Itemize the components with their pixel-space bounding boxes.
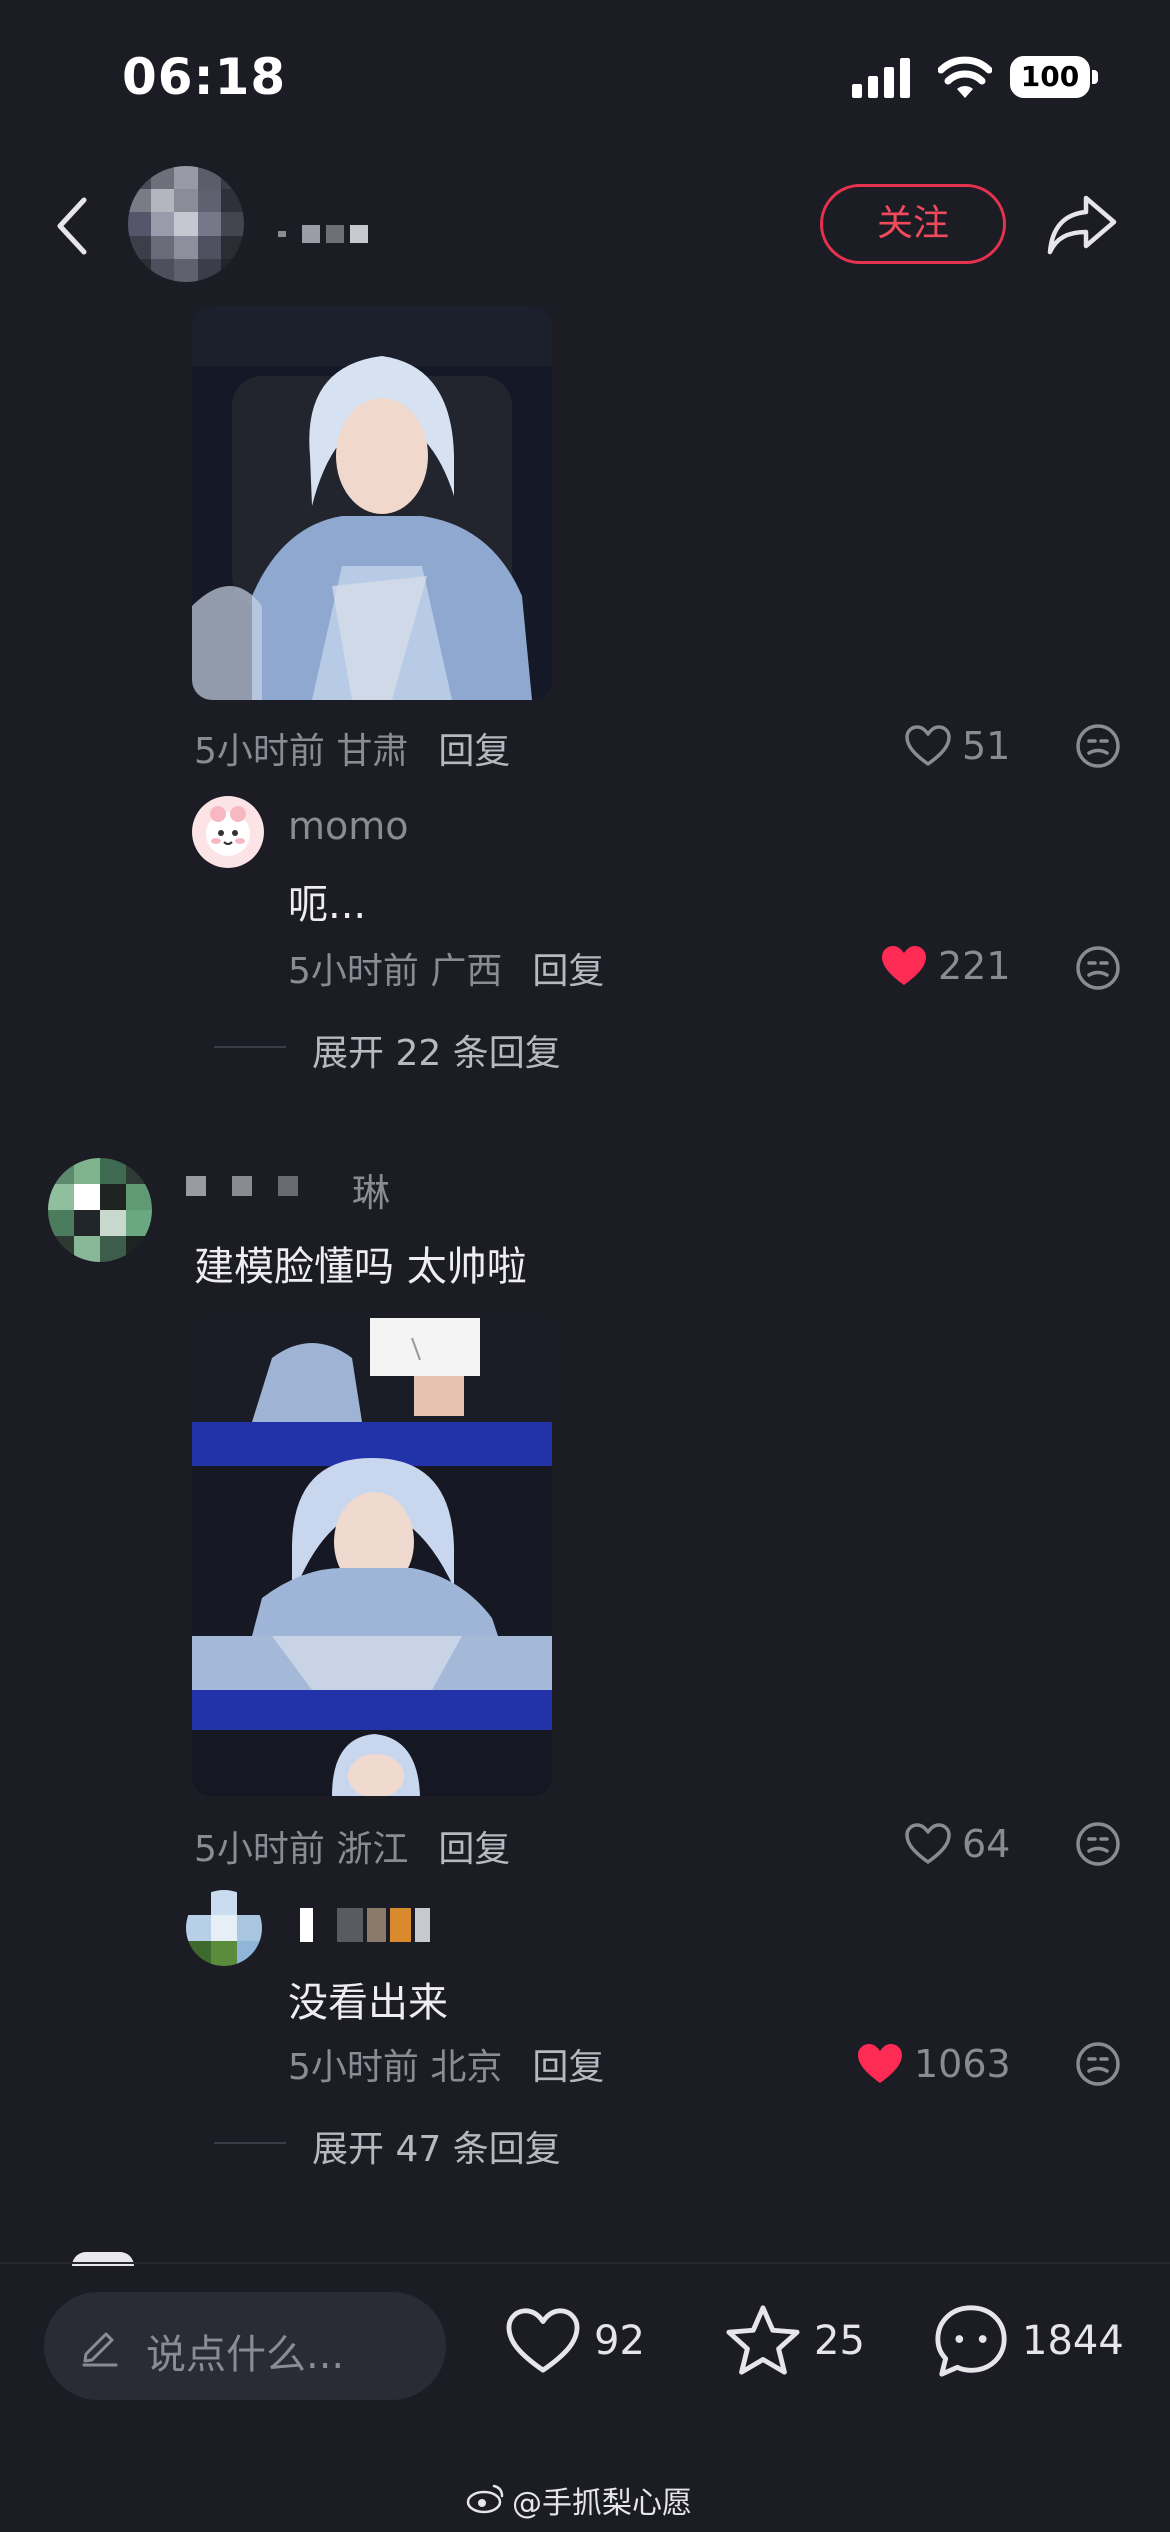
liked-heart-icon[interactable] xyxy=(880,944,928,988)
author-name-mosaic xyxy=(278,224,376,244)
comment-meta: 5小时前 浙江 回复 xyxy=(194,1820,510,1872)
emoji-reaction-icon[interactable] xyxy=(1074,722,1122,770)
post-like-count: 92 xyxy=(594,2318,645,2364)
emoji-reaction-icon[interactable] xyxy=(1074,1820,1122,1868)
commenter-avatar[interactable] xyxy=(48,1158,152,1262)
reply-button[interactable]: 回复 xyxy=(438,1829,510,1870)
comment-bubble-icon[interactable] xyxy=(932,2302,1010,2380)
reply-avatar[interactable] xyxy=(192,796,264,868)
reply-text: 没看出来 xyxy=(288,1980,448,2026)
reply-meta: 5小时前 广西 回复 xyxy=(288,942,604,994)
follow-button[interactable]: 关注 xyxy=(820,184,1006,264)
commenter-name-mosaic xyxy=(186,1176,326,1196)
reply-time-location: 5小时前 广西 xyxy=(288,951,503,992)
wifi-icon xyxy=(938,56,992,98)
reply-time-location: 5小时前 北京 xyxy=(288,2047,503,2088)
comment-meta: 5小时前 甘肃 回复 xyxy=(194,722,510,774)
reply-avatar[interactable] xyxy=(186,1890,262,1966)
expand-divider xyxy=(214,2142,286,2144)
like-heart-icon[interactable] xyxy=(504,2306,582,2376)
emoji-reaction-icon[interactable] xyxy=(1074,944,1122,992)
post-comment-count: 1844 xyxy=(1022,2318,1124,2364)
comment-time-location: 5小时前 甘肃 xyxy=(194,731,409,772)
share-icon[interactable] xyxy=(1046,192,1118,256)
pencil-icon xyxy=(82,2332,118,2367)
commenter-name-visible[interactable]: 琳 xyxy=(352,1162,390,1217)
reply-like-count: 221 xyxy=(938,944,1011,988)
expand-replies-button[interactable]: 展开 22 条回复 xyxy=(312,1024,561,1076)
bottom-bar-divider xyxy=(0,2262,1170,2264)
like-heart-icon[interactable] xyxy=(904,724,952,768)
battery-indicator: 100 xyxy=(1010,56,1090,98)
back-arrow-icon[interactable] xyxy=(52,196,92,256)
post-favorite-count: 25 xyxy=(814,2318,865,2364)
status-time: 06:18 xyxy=(122,48,287,106)
reply-username[interactable]: momo xyxy=(288,804,409,848)
cosplay-collage-illustration xyxy=(192,1318,552,1796)
reply-button[interactable]: 回复 xyxy=(532,2047,604,2088)
author-avatar[interactable] xyxy=(128,166,244,282)
reply-like-count: 1063 xyxy=(914,2042,1011,2086)
watermark-text: @手抓梨心愿 xyxy=(512,2486,692,2521)
battery-nub xyxy=(1092,70,1098,84)
cosplay-photo-illustration xyxy=(192,306,552,700)
expand-replies-button[interactable]: 展开 47 条回复 xyxy=(312,2120,561,2172)
reply-text: 呃... xyxy=(288,882,367,928)
like-count: 64 xyxy=(962,1822,1011,1866)
reply-meta: 5小时前 北京 回复 xyxy=(288,2038,604,2090)
comment-text: 建模脸懂吗 太帅啦 xyxy=(194,1244,527,1290)
like-heart-icon[interactable] xyxy=(904,1822,952,1866)
weibo-logo-icon xyxy=(466,2484,504,2514)
comment-time-location: 5小时前 浙江 xyxy=(194,1829,409,1870)
emoji-reaction-icon[interactable] xyxy=(1074,2040,1122,2088)
cellular-signal-icon xyxy=(852,58,910,98)
comment-image[interactable] xyxy=(192,306,552,700)
reply-button[interactable]: 回复 xyxy=(438,731,510,772)
like-count: 51 xyxy=(962,724,1011,768)
comment-input-placeholder[interactable]: 说点什么... xyxy=(146,2322,344,2380)
reply-username-mosaic xyxy=(300,1908,430,1942)
expand-divider xyxy=(214,1046,286,1048)
liked-heart-icon[interactable] xyxy=(856,2042,904,2086)
reply-button[interactable]: 回复 xyxy=(532,951,604,992)
comment-image[interactable] xyxy=(192,1318,552,1796)
star-favorite-icon[interactable] xyxy=(724,2302,802,2378)
